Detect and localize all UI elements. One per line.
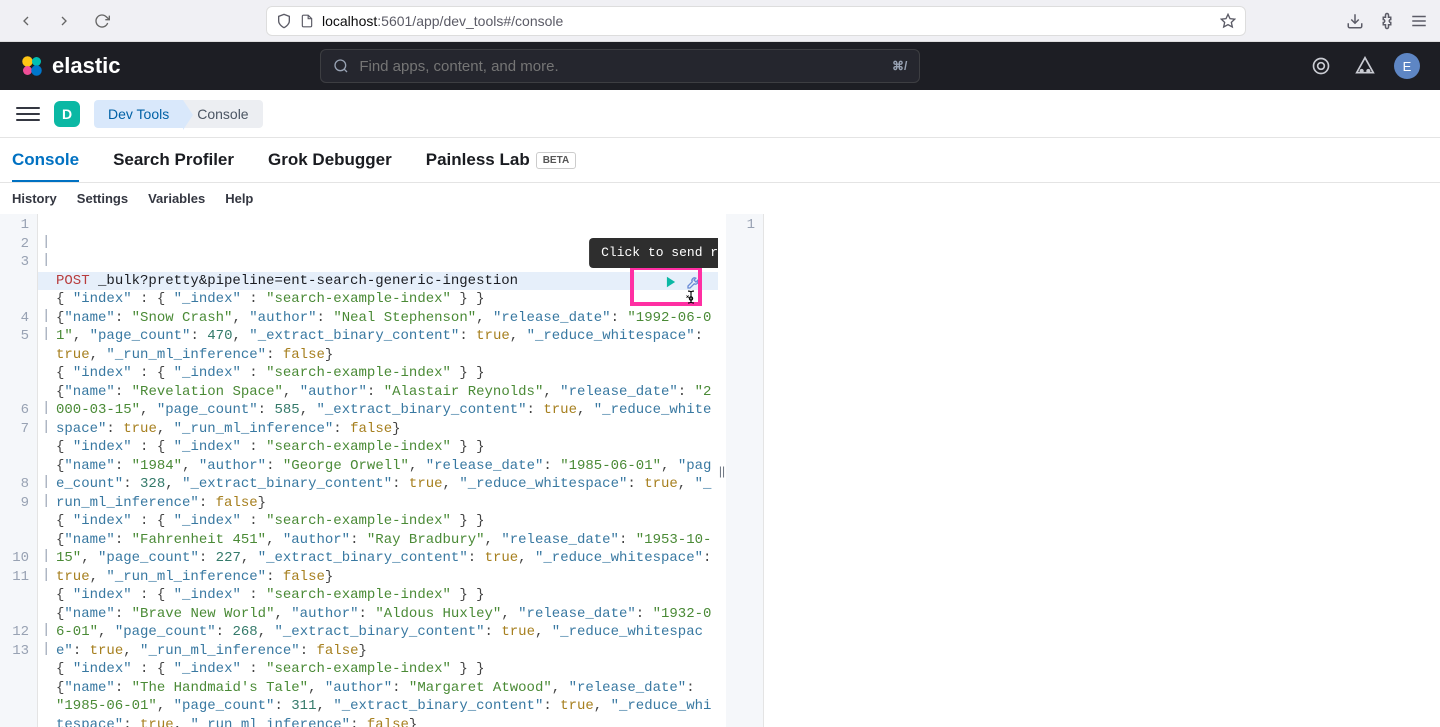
editor-line[interactable]: {"name": "1984", "author": "George Orwel… [56, 457, 714, 513]
bookmark-star-icon[interactable] [1220, 13, 1236, 29]
send-request-tooltip: Click to send request [589, 238, 718, 269]
editor-line[interactable]: { "index" : { "_index" : "search-example… [56, 586, 714, 605]
toolbar-help[interactable]: Help [225, 191, 253, 206]
request-editor[interactable]: |||||||||||| POST _bulk?pretty&pipeline=… [38, 214, 718, 727]
browser-toolbar: localhost:5601/app/dev_tools#/console [0, 0, 1440, 42]
newsfeed-icon[interactable] [1350, 51, 1380, 81]
shield-icon [276, 13, 292, 29]
editor-line[interactable]: { "index" : { "_index" : "search-example… [56, 660, 714, 679]
editor-line[interactable]: {"name": "Snow Crash", "author": "Neal S… [56, 309, 714, 365]
cursor-icon [682, 288, 700, 306]
breadcrumb: Dev Tools Console [94, 100, 263, 128]
elastic-logo-icon [20, 54, 44, 78]
extensions-icon[interactable] [1378, 12, 1396, 30]
sub-header: D Dev Tools Console [0, 90, 1440, 138]
editor-line[interactable]: {"name": "Brave New World", "author": "A… [56, 605, 714, 661]
response-pane[interactable]: 1 [726, 214, 1440, 727]
search-icon [333, 58, 349, 74]
forward-button[interactable] [50, 7, 78, 35]
breadcrumb-console[interactable]: Console [183, 100, 262, 128]
help-icon[interactable] [1306, 51, 1336, 81]
breadcrumb-devtools[interactable]: Dev Tools [94, 100, 183, 128]
tab-row: Console Search Profiler Grok Debugger Pa… [0, 138, 1440, 183]
tab-painless-lab[interactable]: Painless LabBETA [426, 150, 576, 182]
response-editor[interactable] [764, 214, 1440, 727]
address-bar[interactable]: localhost:5601/app/dev_tools#/console [266, 6, 1246, 36]
line-gutter-right: 1 [726, 214, 764, 727]
beta-badge: BETA [536, 152, 576, 169]
request-actions: Click to send request [658, 272, 708, 292]
line-gutter-left: 12345678910111213 [0, 214, 38, 727]
elastic-header: elastic ⌘/ E [0, 42, 1440, 90]
global-search[interactable]: ⌘/ [320, 49, 920, 83]
editor-line[interactable]: {"name": "The Handmaid's Tale", "author"… [56, 679, 714, 727]
toolbar-settings[interactable]: Settings [77, 191, 128, 206]
toolbar-history[interactable]: History [12, 191, 57, 206]
back-button[interactable] [12, 7, 40, 35]
tab-console[interactable]: Console [12, 150, 79, 182]
elastic-logo[interactable]: elastic [20, 53, 121, 79]
global-search-input[interactable] [359, 58, 882, 75]
downloads-icon[interactable] [1346, 12, 1364, 30]
editor-line[interactable]: {"name": "Revelation Space", "author": "… [56, 383, 714, 439]
editor-line[interactable]: { "index" : { "_index" : "search-example… [56, 512, 714, 531]
nav-toggle-icon[interactable] [16, 102, 40, 126]
user-avatar[interactable]: E [1394, 53, 1420, 79]
toolbar-variables[interactable]: Variables [148, 191, 205, 206]
console-toolbar: History Settings Variables Help [0, 183, 1440, 214]
editor-line[interactable]: {"name": "Fahrenheit 451", "author": "Ra… [56, 531, 714, 587]
tab-grok-debugger[interactable]: Grok Debugger [268, 150, 392, 182]
editor-line[interactable]: { "index" : { "_index" : "search-example… [56, 364, 714, 383]
page-icon [300, 14, 314, 28]
send-request-icon[interactable] [664, 275, 678, 289]
pane-splitter-icon[interactable]: || [718, 214, 726, 727]
url-text: localhost:5601/app/dev_tools#/console [322, 13, 563, 29]
editor-line[interactable]: { "index" : { "_index" : "search-example… [56, 290, 714, 309]
kbd-hint: ⌘/ [892, 59, 907, 73]
brand-text: elastic [52, 53, 121, 79]
tab-search-profiler[interactable]: Search Profiler [113, 150, 234, 182]
request-pane[interactable]: 12345678910111213 |||||||||||| POST _bul… [0, 214, 718, 727]
editor-line[interactable]: { "index" : { "_index" : "search-example… [56, 438, 714, 457]
reload-button[interactable] [88, 7, 116, 35]
console-panes: 12345678910111213 |||||||||||| POST _bul… [0, 214, 1440, 727]
app-badge[interactable]: D [54, 101, 80, 127]
menu-icon[interactable] [1410, 12, 1428, 30]
